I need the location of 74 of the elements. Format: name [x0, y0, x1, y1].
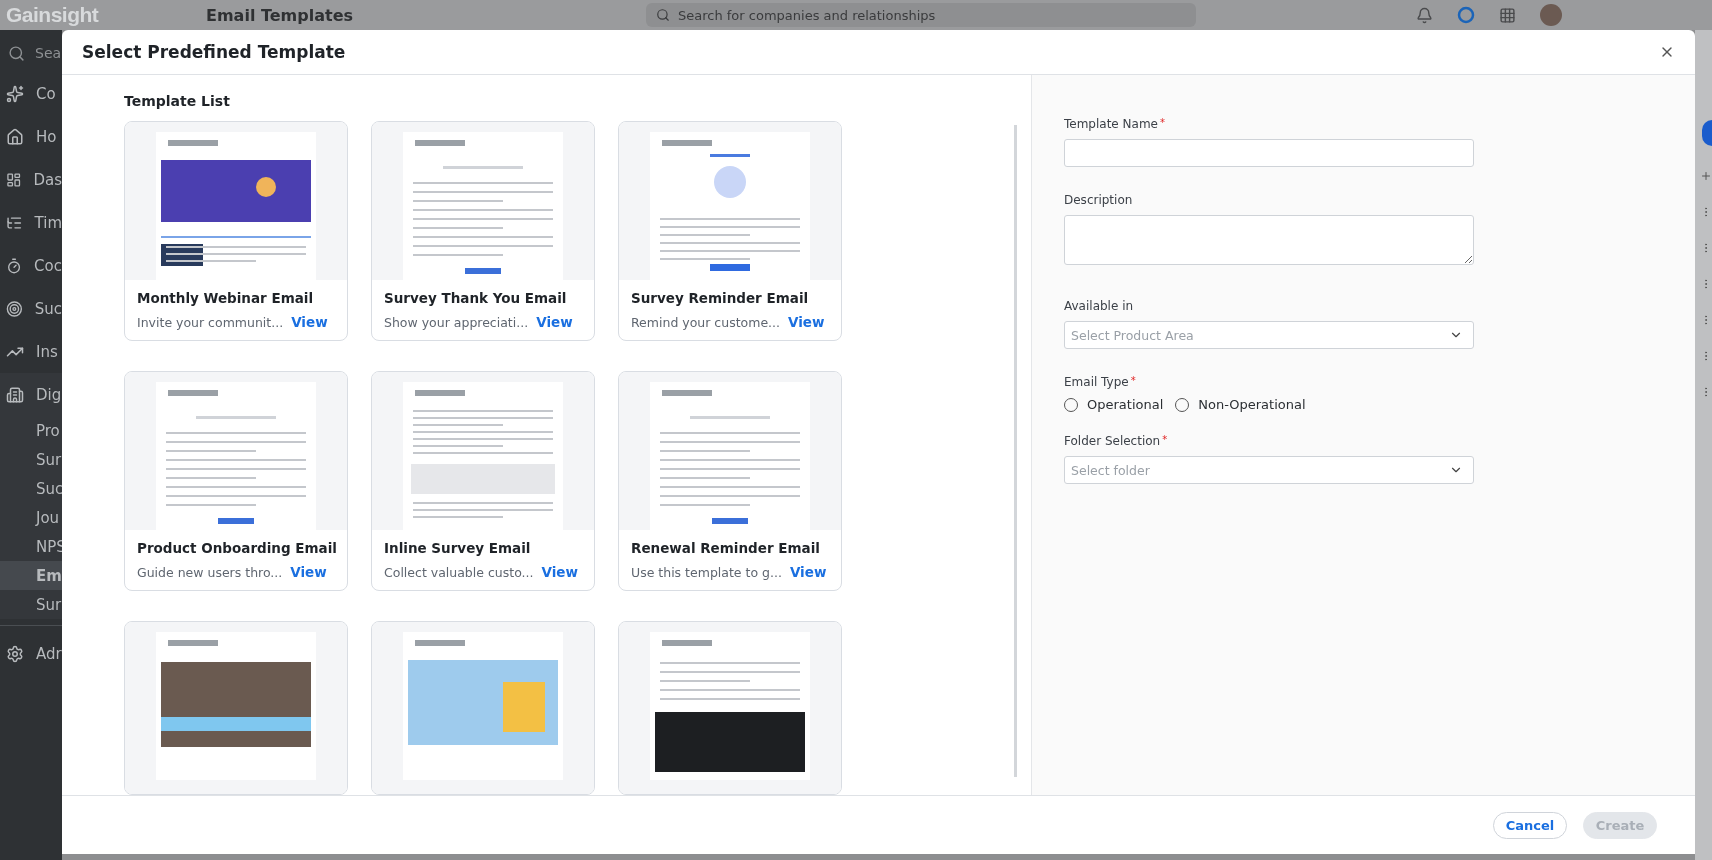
- sidebar-item[interactable]: Tim: [0, 201, 62, 244]
- required-asterisk: *: [1162, 434, 1168, 447]
- avatar[interactable]: [1540, 4, 1562, 26]
- page-title: Email Templates: [206, 5, 354, 25]
- sidebar-item[interactable]: Das: [0, 158, 62, 201]
- field-label: Description: [1064, 193, 1133, 207]
- nav-icon: [6, 385, 24, 404]
- sidebar-item[interactable]: Suc: [0, 287, 62, 330]
- search-icon: [8, 44, 25, 62]
- sidebar-item[interactable]: Co: [0, 72, 62, 115]
- app-grid-icon[interactable]: [1499, 6, 1516, 24]
- template-card[interactable]: Monthly Webinar Email Invite your communit... View: [124, 121, 348, 341]
- plus-icon[interactable]: [1700, 170, 1712, 182]
- field-label: Email Type: [1064, 375, 1129, 389]
- template-title: Survey Thank You Email: [383, 289, 568, 306]
- view-link[interactable]: View: [291, 314, 342, 330]
- dialog-title: Select Predefined Template: [82, 42, 346, 62]
- view-link[interactable]: View: [788, 314, 839, 330]
- template-card[interactable]: Inline Survey Email Collect valuable custo... View: [371, 371, 595, 591]
- nav-icon: [6, 644, 24, 663]
- global-search-field[interactable]: Search for companies and relationships: [646, 3, 1196, 27]
- assistant-icon[interactable]: [1457, 6, 1475, 24]
- template-description: Invite your communit...: [137, 314, 284, 330]
- app-logo: Gainsight: [5, 3, 100, 27]
- template-description: Collect valuable custo...: [384, 564, 534, 580]
- view-link[interactable]: View: [541, 564, 592, 580]
- field-label: Folder Selection: [1064, 434, 1161, 448]
- required-asterisk: *: [1130, 375, 1136, 388]
- panel-tab[interactable]: [1702, 120, 1712, 146]
- template-card[interactable]: [124, 621, 348, 795]
- template-description: Remind your custome...: [631, 314, 781, 330]
- sidebar-item[interactable]: Coc: [0, 244, 62, 287]
- template-name-input[interactable]: [1064, 139, 1474, 167]
- template-description: Show your appreciati...: [384, 314, 529, 330]
- view-link[interactable]: View: [789, 564, 841, 580]
- view-link[interactable]: View: [536, 314, 587, 330]
- nav-icon: [6, 299, 23, 318]
- radio-option[interactable]: Operational: [1064, 397, 1164, 412]
- nav-icon: [6, 84, 24, 103]
- template-card[interactable]: Product Onboarding Email Guide new users thro... View: [124, 371, 348, 591]
- template-card[interactable]: Survey Reminder Email Remind your custome... View: [618, 121, 842, 341]
- template-description: Use this template to g...: [631, 564, 782, 580]
- sidebar-subitem[interactable]: Sur: [0, 445, 62, 474]
- sidebar-item[interactable]: Ho: [0, 115, 62, 158]
- sidebar-subitem[interactable]: Pro: [0, 416, 62, 445]
- nav-icon: [6, 127, 24, 146]
- sidebar-subitem[interactable]: Jou: [0, 503, 62, 532]
- template-description: Guide new users thro...: [137, 564, 283, 580]
- required-asterisk: *: [1160, 117, 1165, 130]
- cancel-button[interactable]: Cancel: [1493, 811, 1567, 839]
- sidebar-search-field[interactable]: Sea: [0, 34, 62, 72]
- template-card[interactable]: Survey Thank You Email Show your appreciati... View: [371, 121, 595, 341]
- nav-icon: [6, 256, 23, 275]
- template-card[interactable]: Renewal Reminder Email Use this template to g... View: [618, 371, 842, 591]
- search-icon: [656, 8, 670, 22]
- template-title: Product Onboarding Email: [136, 539, 338, 556]
- template-title: Survey Reminder Email: [630, 289, 810, 306]
- bell-icon[interactable]: [1416, 6, 1433, 24]
- section-title: Template List: [124, 93, 231, 109]
- sidebar-item[interactable]: Ins: [0, 330, 62, 373]
- template-title: Renewal Reminder Email: [630, 539, 821, 556]
- sidebar-item[interactable]: Adr: [0, 632, 62, 675]
- template-title: Monthly Webinar Email: [136, 289, 315, 306]
- field-label: Template Name: [1064, 117, 1158, 131]
- sidebar-item[interactable]: Dig: [0, 373, 62, 416]
- sidebar-subitem[interactable]: Sur: [0, 590, 62, 619]
- sidebar-subitem[interactable]: Suc: [0, 474, 62, 503]
- sidebar-subitem[interactable]: Em: [0, 561, 62, 590]
- view-link[interactable]: View: [290, 564, 341, 580]
- template-card[interactable]: [618, 621, 842, 795]
- template-title: Inline Survey Email: [383, 539, 532, 556]
- radio-option[interactable]: Non-Operational: [1175, 397, 1306, 412]
- scrollbar[interactable]: [1014, 125, 1017, 777]
- field-label: Available in: [1064, 299, 1134, 313]
